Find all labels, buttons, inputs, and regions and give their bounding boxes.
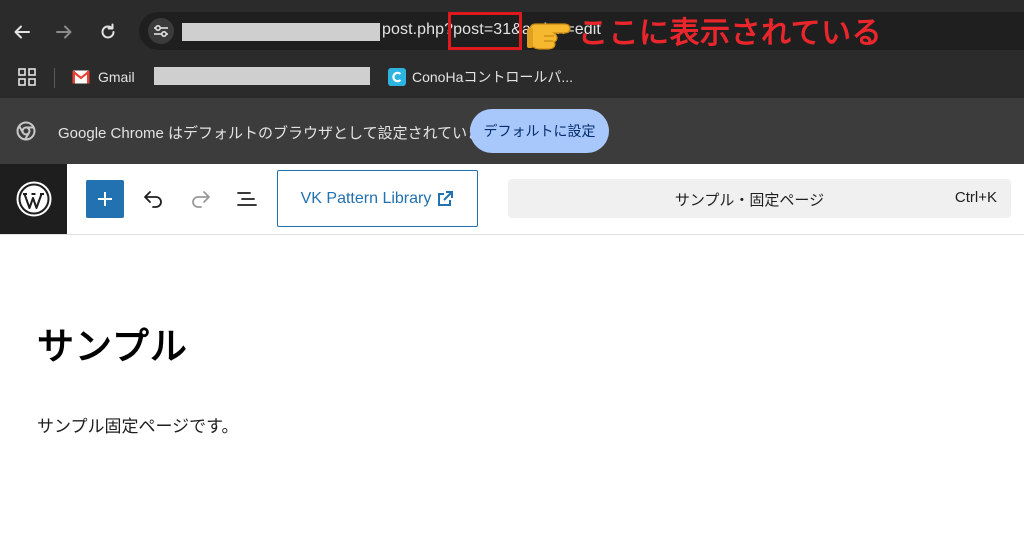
redacted-bookmark <box>154 67 370 85</box>
bookmark-conoha[interactable]: ConoHaコントロールパ... <box>388 65 573 89</box>
site-settings-icon[interactable] <box>148 18 174 44</box>
post-id-highlight <box>448 12 522 50</box>
chrome-icon <box>16 121 36 141</box>
conoha-icon <box>388 68 406 86</box>
apps-grid-icon[interactable] <box>17 67 37 87</box>
bookmarks-divider <box>54 68 55 88</box>
document-title: サンプル・固定ページ <box>674 192 825 209</box>
gmail-icon <box>72 70 90 84</box>
bookmarks-bar: Gmail ConoHaコントロールパ... <box>0 62 1024 98</box>
plus-icon <box>98 192 112 206</box>
redo-icon <box>192 191 210 208</box>
list-view-icon <box>237 192 257 206</box>
wordpress-logo-icon[interactable] <box>0 164 67 234</box>
forward-icon[interactable] <box>51 19 77 45</box>
back-icon[interactable] <box>9 19 35 45</box>
infobar-message: Google Chrome はデフォルトのブラウザとして設定されていません <box>58 125 512 142</box>
block-inserter-button[interactable] <box>86 180 124 218</box>
redo-button[interactable] <box>187 185 215 213</box>
annotation-callout: ここに表示されている <box>578 16 883 51</box>
paragraph-block[interactable]: サンプル固定ページです。 <box>37 412 238 437</box>
reload-icon[interactable] <box>95 19 121 45</box>
editor-header: VK Pattern Library サンプル・固定ページ Ctrl+K <box>0 164 1024 235</box>
shortcut-hint: Ctrl+K <box>954 189 997 206</box>
command-palette-bar[interactable]: サンプル・固定ページ Ctrl+K <box>508 179 1011 218</box>
bookmark-gmail[interactable]: Gmail <box>72 65 135 89</box>
document-overview-button[interactable] <box>233 185 261 213</box>
vk-pattern-library-button[interactable]: VK Pattern Library <box>277 170 478 227</box>
browser-toolbar: post.php?post=31&action=edit ここに表示されている <box>0 0 1024 62</box>
pointing-hand-icon <box>526 12 574 52</box>
pattern-library-label: VK Pattern Library <box>300 189 432 207</box>
bookmark-label-conoha: ConoHaコントロールパ... <box>412 69 574 85</box>
set-default-button[interactable]: デフォルトに設定 <box>470 109 609 153</box>
external-link-icon <box>438 190 454 206</box>
default-browser-infobar: Google Chrome はデフォルトのブラウザとして設定されていません デフ… <box>0 98 1024 164</box>
undo-icon <box>144 191 162 208</box>
undo-button[interactable] <box>139 185 167 213</box>
bookmark-label-gmail: Gmail <box>98 69 135 85</box>
redacted-url-segment <box>182 23 380 41</box>
post-title[interactable]: サンプル <box>37 316 188 370</box>
